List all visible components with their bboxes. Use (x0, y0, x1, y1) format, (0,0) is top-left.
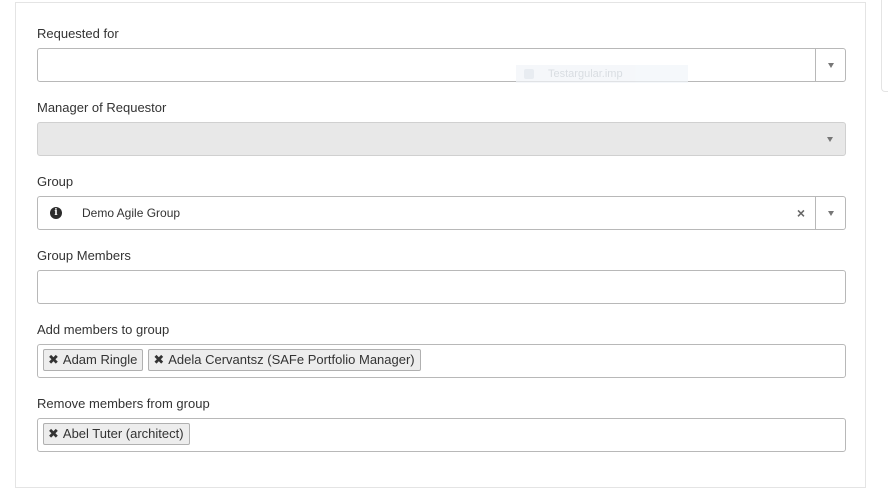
info-circle-icon[interactable]: i (50, 207, 62, 219)
remove-members-tags: ✖ Abel Tuter (architect) (43, 423, 190, 445)
manager-label: Manager of Requestor (37, 100, 167, 115)
ghost-tooltip: Testargular.imp (516, 65, 688, 83)
chevron-down-icon (827, 62, 834, 68)
clear-selection-icon[interactable]: × (797, 205, 805, 221)
remove-tag-icon[interactable]: ✖ (48, 424, 59, 444)
group-members-label: Group Members (37, 248, 131, 263)
chevron-down-icon (827, 136, 833, 142)
tag-label: Adela Cervantsz (SAFe Portfolio Manager) (168, 352, 415, 367)
tag-label: Adam Ringle (62, 352, 138, 367)
ghost-text: Testargular.imp (548, 68, 623, 80)
group-dropdown-toggle[interactable] (815, 197, 845, 229)
remove-members-field[interactable]: ✖ Abel Tuter (architect) (37, 418, 846, 452)
tag-abel-tuter: ✖ Abel Tuter (architect) (43, 423, 190, 445)
group-label: Group (37, 174, 74, 189)
tag-label: Abel Tuter (architect) (62, 426, 184, 441)
remove-members-label: Remove members from group (37, 396, 210, 411)
requested-for-label: Requested for (37, 26, 119, 41)
remove-tag-icon[interactable]: ✖ (153, 350, 164, 370)
add-members-label: Add members to group (37, 322, 170, 337)
add-members-tags: ✖ Adam Ringle ✖ Adela Cervantsz (SAFe Po… (43, 349, 421, 371)
panel-divider (15, 487, 866, 488)
chevron-down-icon (827, 210, 834, 216)
requested-for-select[interactable]: Testargular.imp (37, 48, 846, 83)
side-panel-edge (881, 0, 888, 92)
ghost-close-icon (524, 69, 534, 79)
requested-for-dropdown-toggle[interactable] (815, 49, 845, 81)
tag-adela-cervantsz: ✖ Adela Cervantsz (SAFe Portfolio Manage… (148, 349, 421, 371)
remove-tag-icon[interactable]: ✖ (48, 350, 59, 370)
manager-dropdown-toggle (815, 123, 845, 155)
group-select[interactable]: i Demo Agile Group × (37, 196, 846, 230)
group-members-field[interactable] (37, 270, 846, 304)
group-selected-value: Demo Agile Group (82, 206, 181, 220)
add-members-field[interactable]: ✖ Adam Ringle ✖ Adela Cervantsz (SAFe Po… (37, 344, 846, 378)
tag-adam-ringle: ✖ Adam Ringle (43, 349, 144, 371)
manager-select (37, 122, 846, 156)
